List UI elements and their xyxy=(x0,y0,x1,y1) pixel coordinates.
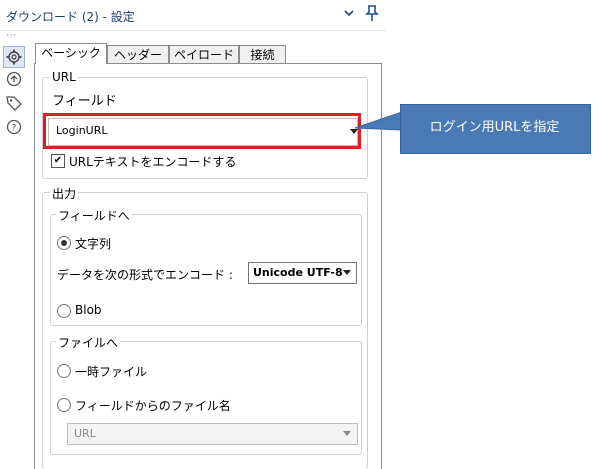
url-group-label: URL xyxy=(50,70,78,84)
output-group-label: 出力 xyxy=(50,185,79,202)
temp-file-label: 一時ファイル xyxy=(75,365,148,379)
encoding-value: Unicode UTF-8 xyxy=(253,266,343,279)
settings-panel: ダウンロード (2) - 設定 ⋯ ? ベーシック ヘッダー ペイロード 接続 … xyxy=(0,0,386,469)
encode-format-label: データを次の形式でエンコード : xyxy=(57,268,233,282)
callout-text: ログイン用URLを指定 xyxy=(429,120,560,135)
chevron-down-icon[interactable] xyxy=(343,270,351,275)
tab-connection[interactable]: 接続 xyxy=(239,45,286,64)
filename-field-select[interactable] xyxy=(67,423,358,445)
to-field-label: フィールドへ xyxy=(56,207,132,224)
panel-titlebar: ダウンロード (2) - 設定 xyxy=(0,0,386,31)
to-file-label: ファイルへ xyxy=(56,334,121,351)
tab-header[interactable]: ヘッダー xyxy=(107,45,169,64)
svg-text:?: ? xyxy=(12,124,17,134)
help-icon[interactable]: ? xyxy=(5,118,23,136)
chevron-down-icon[interactable] xyxy=(342,6,356,20)
filename-from-field-radio[interactable] xyxy=(57,398,71,412)
tab-payload[interactable]: ペイロード xyxy=(169,45,239,64)
callout-pointer xyxy=(355,111,403,131)
temp-file-radio[interactable] xyxy=(57,364,71,378)
encode-url-checkbox[interactable]: ✔ xyxy=(51,154,65,168)
blob-radio[interactable] xyxy=(57,304,71,318)
chevron-down-icon[interactable] xyxy=(343,431,351,436)
blob-option-label: Blob xyxy=(75,303,102,317)
field-label: フィールド xyxy=(52,94,117,109)
sidebar: ? xyxy=(0,40,28,468)
string-option-label: 文字列 xyxy=(75,237,112,251)
arrow-circle-icon[interactable] xyxy=(5,70,23,88)
highlight-box xyxy=(43,113,361,149)
filename-field-value: URL xyxy=(74,427,96,440)
gear-icon[interactable] xyxy=(3,46,25,68)
encode-url-label: URLテキストをエンコードする xyxy=(69,155,237,169)
string-radio[interactable] xyxy=(57,236,71,250)
tag-icon[interactable] xyxy=(5,94,23,112)
panel-title: ダウンロード (2) - 設定 xyxy=(6,10,135,24)
tab-basic[interactable]: ベーシック xyxy=(35,43,107,64)
pin-icon[interactable] xyxy=(364,4,380,22)
filename-from-field-label: フィールドからのファイル名 xyxy=(75,399,231,413)
